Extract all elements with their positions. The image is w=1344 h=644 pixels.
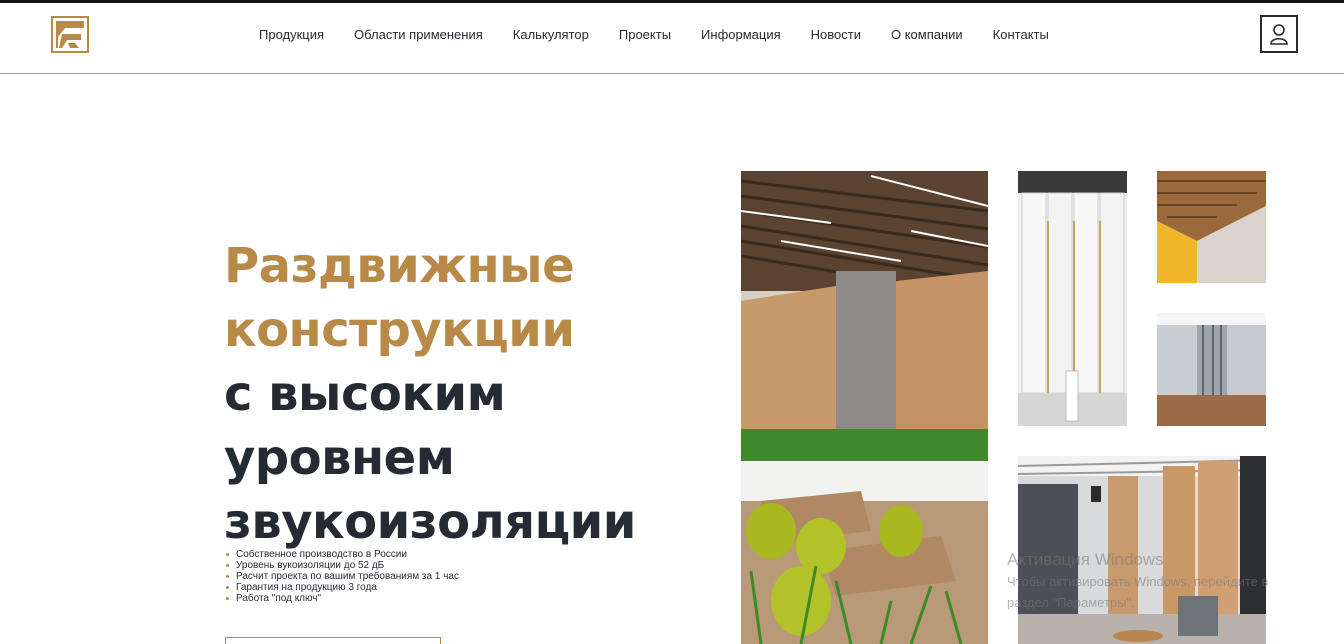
nav-item-applications[interactable]: Области применения (339, 27, 498, 42)
nav-item-information[interactable]: Информация (686, 27, 796, 42)
nav-item-projects[interactable]: Проекты (604, 27, 686, 42)
account-button[interactable] (1260, 15, 1298, 53)
hero-title-line-4: уровнем (224, 430, 455, 486)
nav-item-about[interactable]: О компании (876, 27, 978, 42)
feature-item: Работа "под ключ" (226, 593, 459, 604)
nav-item-news[interactable]: Новости (796, 27, 876, 42)
cta-button[interactable] (225, 637, 441, 644)
wood-ceiling-corner-photo (1157, 171, 1266, 283)
nav-item-calculator[interactable]: Калькулятор (498, 27, 604, 42)
glass-partition-room-photo (1157, 313, 1266, 426)
hero-title-accent-line-1: Раздвижные (224, 238, 575, 294)
feature-item: Уровень вукоизоляции до 52 дБ (226, 560, 459, 571)
brand-logo-icon[interactable] (51, 16, 89, 53)
white-partition-hall-photo (1018, 171, 1127, 426)
hero-title-line-3: с высоким (224, 366, 506, 422)
main-nav: Продукция Области применения Калькулятор… (244, 3, 1064, 65)
nav-item-contacts[interactable]: Контакты (978, 27, 1064, 42)
cafe-wood-partition-photo (741, 171, 988, 644)
nav-item-products[interactable]: Продукция (244, 27, 339, 42)
hero-title-line-5: звукоизоляции (224, 494, 636, 550)
hero-title-accent-line-2: конструкции (224, 302, 575, 358)
hero-title: Раздвижные конструкции с высоким уровнем… (224, 234, 694, 554)
feature-item: Собственное производство в России (226, 549, 459, 560)
lounge-partition-photo (1018, 456, 1266, 644)
feature-item: Расчит проекта по вашим требованиям за 1… (226, 571, 459, 582)
user-icon (1270, 24, 1288, 45)
feature-item: Гарантия на продукцию 3 года (226, 582, 459, 593)
site-header: Продукция Области применения Калькулятор… (0, 3, 1344, 74)
feature-list: Собственное производство в России Уровен… (226, 549, 459, 604)
